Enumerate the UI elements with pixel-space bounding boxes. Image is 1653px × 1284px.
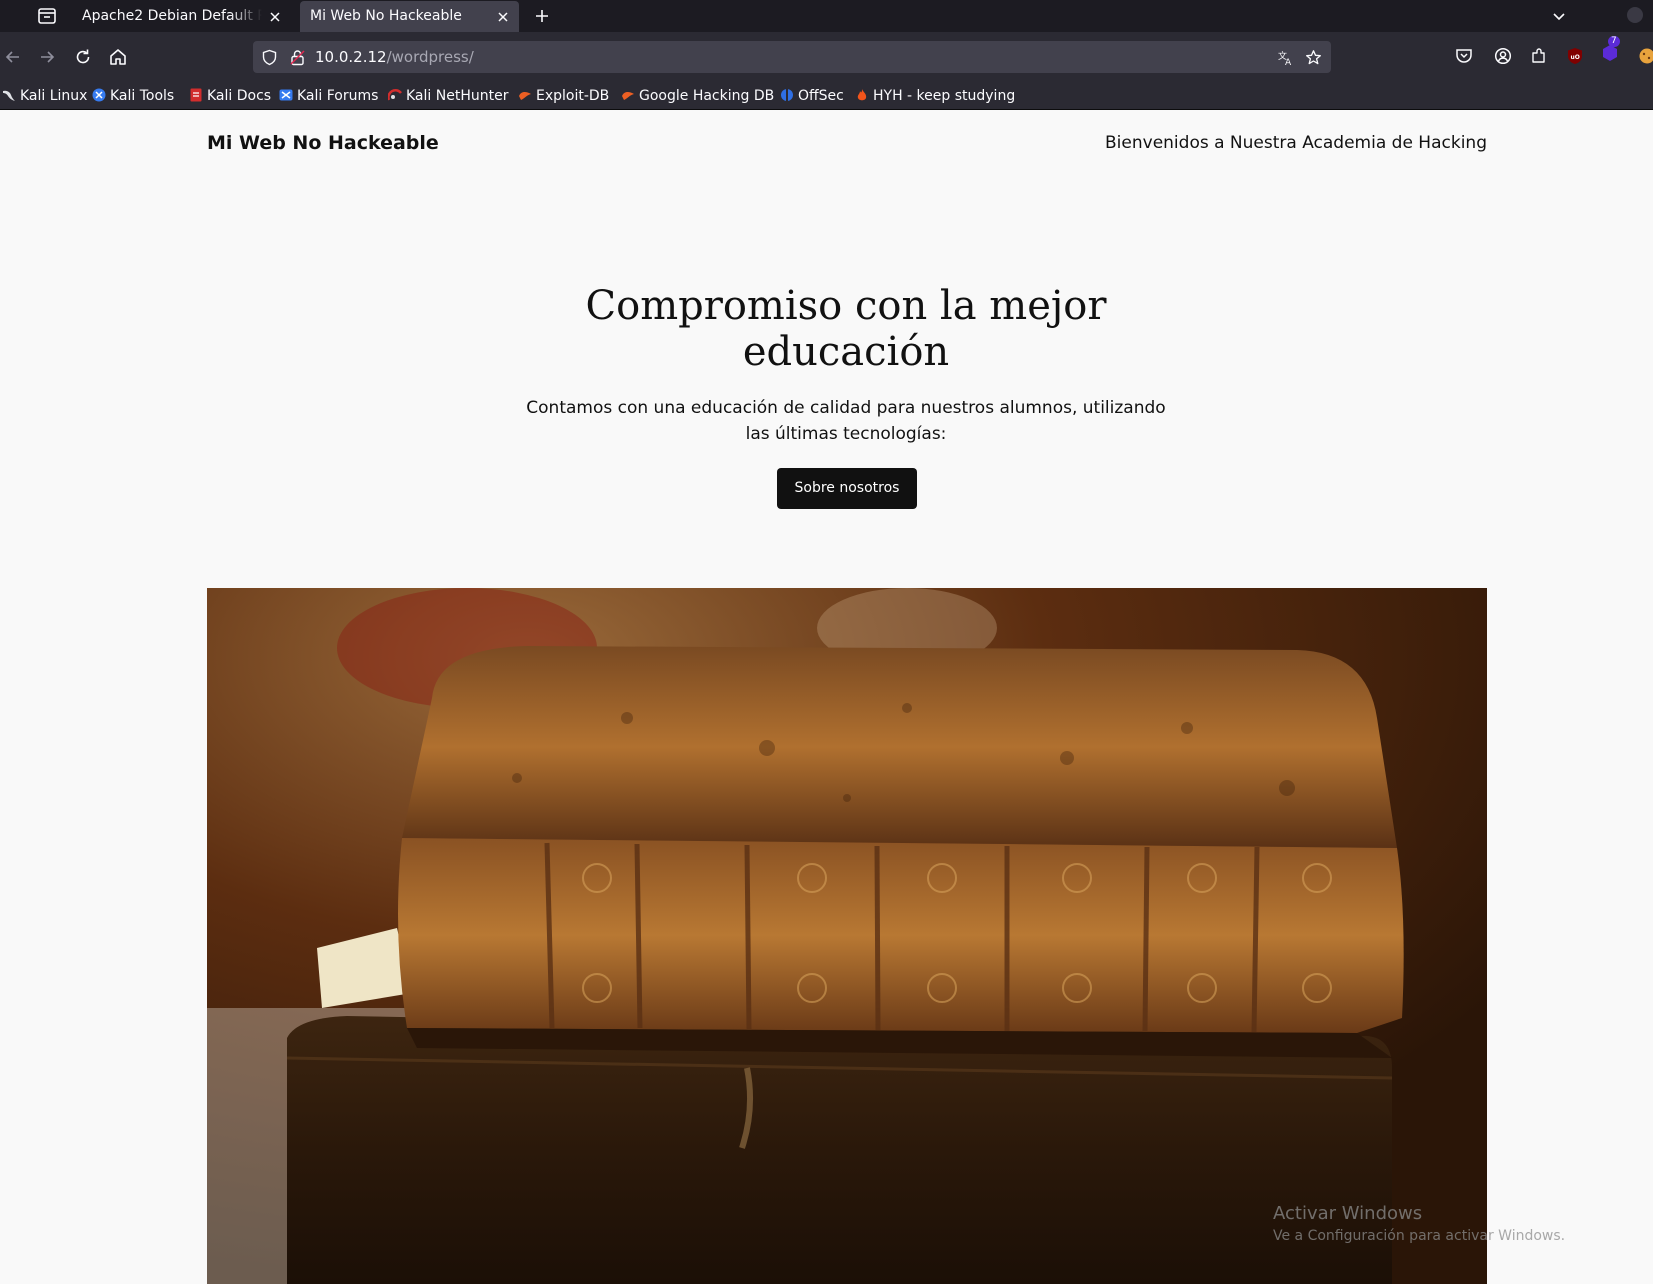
window-control-icon[interactable] <box>1627 7 1643 23</box>
close-icon[interactable] <box>269 11 281 23</box>
shield-icon[interactable] <box>261 49 278 66</box>
exploit-db-icon <box>519 91 531 100</box>
extension-badge-count: 7 <box>1608 36 1620 47</box>
url-host: 10.0.2.12 <box>315 48 387 66</box>
bookmark-kali-linux[interactable]: Kali Linux <box>2 84 87 108</box>
kali-docs-icon <box>190 88 202 102</box>
chevron-down-icon[interactable] <box>1551 8 1567 24</box>
bookmark-exploit-db[interactable]: Exploit-DB <box>518 84 609 108</box>
home-icon[interactable] <box>107 46 129 68</box>
watermark-title: Activar Windows <box>1273 1203 1423 1224</box>
old-books-illustration <box>207 588 1487 1284</box>
new-tab-icon[interactable] <box>533 7 551 25</box>
bookmark-hyh[interactable]: HYH - keep studying <box>855 84 1015 108</box>
forward-icon[interactable] <box>36 46 58 68</box>
hero-title: Compromiso con la mejor educación <box>585 283 1107 375</box>
site-title[interactable]: Mi Web No Hackeable <box>207 132 439 154</box>
bookmark-kali-nethunter[interactable]: Kali NetHunter <box>388 84 508 108</box>
bookmark-offsec[interactable]: OffSec <box>780 84 844 108</box>
bookmark-kali-forums[interactable]: Kali Forums <box>279 84 378 108</box>
bookmark-label: Kali Linux <box>20 88 88 104</box>
old-books-image <box>207 588 1487 1284</box>
bookmark-label: Exploit-DB <box>536 88 610 104</box>
url-text[interactable]: 10.0.2.12/wordpress/ <box>315 41 474 73</box>
hero-text: Contamos con una educación de calidad pa… <box>526 398 1166 444</box>
tab-title: Apache2 Debian Default Page: It works <box>82 8 262 24</box>
web-page: Mi Web No Hackeable Bienvenidos a Nuestr… <box>0 110 1653 1284</box>
tab-strip: Apache2 Debian Default Page: It works Mi… <box>0 0 1653 32</box>
bookmark-kali-tools[interactable]: Kali Tools <box>92 84 174 108</box>
address-bar[interactable]: 10.0.2.12/wordpress/ 文 A <box>253 41 1331 73</box>
bookmark-label: Kali Forums <box>297 88 379 104</box>
insecure-lock-icon[interactable] <box>289 49 306 66</box>
bookmark-label: OffSec <box>798 88 844 104</box>
tab-apache-default[interactable]: Apache2 Debian Default Page: It works <box>72 1 291 32</box>
bookmark-kali-docs[interactable]: Kali Docs <box>189 84 271 108</box>
bookmarks-toolbar: Kali Linux Kali Tools Kali Docs Kali For… <box>0 84 1653 110</box>
translate-icon[interactable]: 文 A <box>1277 49 1294 66</box>
ublock-origin-icon[interactable]: uO <box>1566 47 1584 65</box>
bookmark-google-hacking-db[interactable]: Google Hacking DB <box>621 84 774 108</box>
offsec-icon <box>781 89 793 101</box>
tab-title: Mi Web No Hackeable <box>310 8 462 24</box>
bookmark-label: Kali Docs <box>207 88 272 104</box>
kali-tools-icon <box>92 88 106 102</box>
url-path: /wordpress/ <box>386 48 474 66</box>
reload-icon[interactable] <box>72 46 94 68</box>
ghdb-icon <box>622 91 634 100</box>
site-tagline: Bienvenidos a Nuestra Academia de Hackin… <box>1105 133 1487 153</box>
bookmark-star-icon[interactable] <box>1305 49 1322 66</box>
kali-dragon-icon <box>3 90 15 101</box>
bookmark-label: Kali NetHunter <box>406 88 509 104</box>
extension-cookie-icon[interactable] <box>1638 47 1653 65</box>
svg-text:uO: uO <box>1571 54 1580 61</box>
account-icon[interactable] <box>1494 47 1512 65</box>
bookmark-label: Kali Tools <box>110 88 175 104</box>
tab-mi-web[interactable]: Mi Web No Hackeable <box>300 1 519 32</box>
svg-text:A: A <box>1285 58 1292 66</box>
close-icon[interactable] <box>497 11 509 23</box>
watermark-subtitle: Ve a Configuración para activar Windows. <box>1273 1228 1566 1244</box>
nethunter-icon <box>388 89 402 101</box>
windows-activation-watermark: Activar Windows Ve a Configuración para … <box>1273 1203 1565 1244</box>
bookmark-label: Google Hacking DB <box>639 88 775 104</box>
bookmark-label: HYH - keep studying <box>873 88 1016 104</box>
kali-forums-icon <box>279 89 293 101</box>
navigation-toolbar: 10.0.2.12/wordpress/ 文 A uO 7 <box>0 32 1653 84</box>
extensions-icon[interactable] <box>1530 47 1548 65</box>
fire-icon <box>857 89 867 101</box>
firefox-view-icon[interactable] <box>36 6 58 26</box>
back-icon[interactable] <box>2 46 24 68</box>
sobre-nosotros-button[interactable]: Sobre nosotros <box>777 468 917 509</box>
pocket-icon[interactable] <box>1455 47 1473 65</box>
